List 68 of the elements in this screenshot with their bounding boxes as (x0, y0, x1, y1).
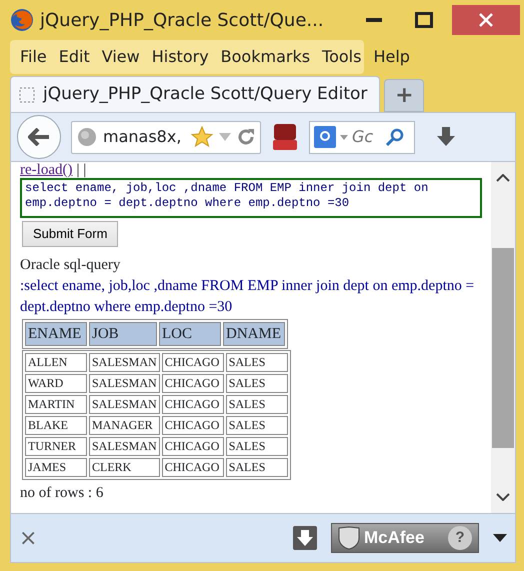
globe-icon (77, 127, 97, 147)
table-cell: MANAGER (89, 416, 160, 434)
reload-link[interactable]: re-load() (20, 162, 72, 178)
table-cell: BLAKE (25, 416, 87, 434)
close-button[interactable] (452, 5, 520, 35)
address-field[interactable]: manas8x, (71, 120, 261, 154)
new-tab-button[interactable]: + (384, 79, 424, 112)
close-bar-button[interactable]: × (19, 522, 38, 554)
scrollbar-thumb[interactable] (492, 248, 514, 448)
column-header: LOC (159, 322, 221, 346)
minimize-icon (366, 18, 382, 22)
table-cell: CHICAGO (162, 394, 224, 414)
table-cell: CHICAGO (162, 416, 224, 434)
menu-item[interactable]: Help (367, 45, 416, 69)
scroll-up-icon[interactable] (496, 174, 510, 182)
table-cell: SALES (226, 352, 288, 372)
download-icon[interactable] (435, 126, 457, 148)
query-text: :select ename, job,loc ,dname FROM EMP inner join dept on emp.deptno = dept.deptno where emp.deptno =30 (20, 276, 476, 316)
close-icon (479, 13, 493, 27)
table-cell: SALES (226, 458, 288, 476)
dropdown-icon (340, 134, 348, 140)
menu-item[interactable]: File (14, 45, 53, 69)
table-cell: MARTIN (25, 394, 87, 414)
menu-item[interactable]: Edit (52, 45, 96, 69)
menu-item[interactable]: Bookmarks (214, 45, 316, 69)
table-cell: TURNER (25, 436, 87, 456)
search-icon[interactable] (386, 128, 404, 146)
back-arrow-icon (28, 128, 50, 146)
window-title: jQuery_PHP_Qracle Scott/Que... (40, 8, 324, 32)
menu-item[interactable]: Tools (316, 45, 368, 69)
menu-item[interactable]: View (96, 45, 146, 69)
table-cell: SALES (226, 394, 288, 414)
star-icon[interactable] (191, 126, 213, 148)
dropdown-icon[interactable] (493, 534, 507, 542)
table-cell: SALES (226, 436, 288, 456)
submit-button[interactable]: Submit Form (22, 221, 118, 246)
menu-item[interactable]: History (146, 45, 215, 69)
back-button[interactable] (17, 115, 61, 159)
help-icon[interactable]: ? (448, 526, 472, 550)
table-cell: ALLEN (25, 352, 87, 372)
table-cell: CHICAGO (162, 352, 224, 372)
table-cell: SALESMAN (89, 374, 160, 392)
table-cell: CHICAGO (162, 374, 224, 392)
table-cell: CLERK (89, 458, 160, 476)
column-header: ENAME (25, 322, 87, 346)
table-cell: SALES (226, 374, 288, 392)
table-cell: SALESMAN (89, 436, 160, 456)
scroll-down-icon[interactable] (496, 493, 510, 501)
table-cell: JAMES (25, 458, 87, 476)
column-header: DNAME (223, 322, 285, 346)
table-cell: SALES (226, 416, 288, 434)
row-count-text: no of rows : 6 (20, 484, 104, 502)
page-icon (19, 86, 35, 102)
table-cell: CHICAGO (162, 458, 224, 476)
table-cell: SALESMAN (89, 352, 160, 372)
column-header: JOB (89, 322, 157, 346)
mcafee-button[interactable]: McAfee ? (331, 523, 479, 553)
heading-text: Oracle sql-query (20, 256, 122, 274)
reload-icon[interactable] (237, 128, 255, 146)
download-icon[interactable] (293, 526, 317, 550)
table-cell: WARD (25, 374, 87, 392)
table-cell: CHICAGO (162, 436, 224, 456)
query-field[interactable]: select ename, job,loc ,dname FROM EMP inner join dept on emp.deptno = dept.deptno where emp.deptno =30 (20, 178, 482, 218)
separator-text: | | (76, 162, 86, 178)
shield-icon (338, 526, 360, 550)
table-cell: SALESMAN (89, 394, 160, 414)
maximize-icon (415, 12, 433, 28)
browser-tab[interactable]: jQuery_PHP_Qracle Scott/Query Editor (10, 76, 380, 112)
